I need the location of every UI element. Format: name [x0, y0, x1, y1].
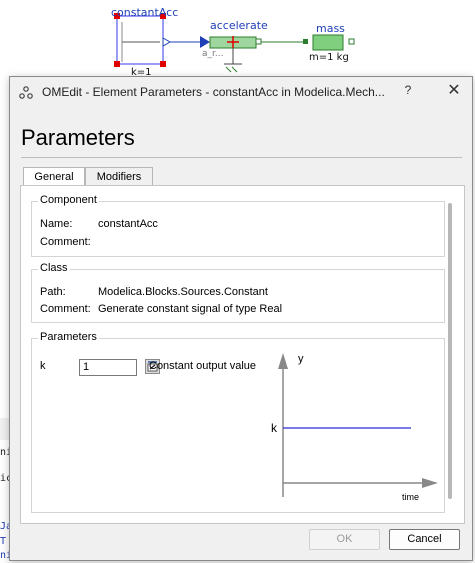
component-group: Component Name: constantAcc Comment: — [31, 194, 445, 257]
selection-handle[interactable] — [114, 61, 120, 67]
element-parameters-dialog: OMEdit - Element Parameters - constantAc… — [9, 76, 473, 561]
left-panel-text: T — [0, 536, 7, 547]
constant-output-plot — [278, 353, 438, 497]
mass-block[interactable] — [312, 34, 344, 51]
selection-handle[interactable] — [160, 61, 166, 67]
class-group-title: Class — [38, 262, 70, 274]
mass-name-label: mass — [316, 22, 345, 35]
accelerate-name-label: accelerate — [210, 19, 268, 32]
omedit-app-icon — [19, 86, 33, 99]
class-path-label: Path: — [40, 286, 66, 298]
plot-k-label: k — [271, 421, 277, 435]
page-title: Parameters — [21, 125, 135, 150]
plot-x-label: time — [402, 492, 420, 502]
k-label: k — [40, 360, 46, 372]
plot-y-label: y — [298, 353, 304, 365]
constant-block[interactable] — [116, 15, 164, 65]
k-description: Constant output value — [149, 360, 257, 372]
accelerate-sub-label: a_r... — [202, 49, 224, 59]
component-name-label: Name: — [40, 218, 73, 230]
class-path-value: Modelica.Blocks.Sources.Constant — [98, 286, 268, 298]
help-button[interactable]: ? — [400, 83, 416, 97]
component-group-title: Component — [38, 194, 99, 206]
title-divider — [21, 157, 462, 158]
class-comment-value: Generate constant signal of type Real — [98, 303, 283, 315]
scrollbar[interactable] — [448, 203, 452, 499]
dialog-title: OMEdit - Element Parameters - constantAc… — [42, 85, 385, 99]
close-button[interactable]: ✕ — [444, 80, 464, 100]
ok-button[interactable]: OK — [309, 529, 380, 550]
class-comment-label: Comment: — [40, 303, 91, 315]
cancel-button[interactable]: Cancel — [389, 529, 460, 550]
k-value-input[interactable]: 1 — [79, 359, 137, 376]
parameters-group-title: Parameters — [38, 331, 99, 343]
diagram-graphics — [114, 13, 355, 73]
dialog-titlebar[interactable]: OMEdit - Element Parameters - constantAc… — [10, 77, 472, 107]
class-group: Class Path: Modelica.Blocks.Sources.Cons… — [31, 262, 445, 323]
general-tab-panel: Component Name: constantAcc Comment: Cla… — [20, 185, 465, 524]
component-comment-label: Comment: — [40, 236, 91, 248]
parameters-group: Parameters k 1 Constant output value y k… — [31, 331, 445, 513]
mass-param-label: m=1 kg — [309, 52, 349, 63]
constant-name-label: constantAcc — [111, 6, 179, 19]
component-name-value: constantAcc — [98, 218, 158, 230]
tab-modifiers[interactable]: Modifiers — [85, 167, 153, 187]
